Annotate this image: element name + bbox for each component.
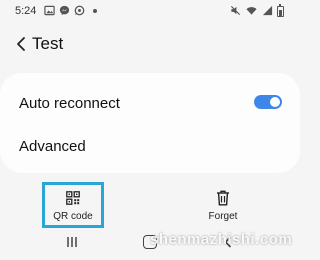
image-icon xyxy=(44,5,55,16)
mute-icon xyxy=(230,5,241,16)
settings-card: Auto reconnect Advanced xyxy=(0,73,300,173)
toggle-knob xyxy=(270,97,280,107)
recent-apps-icon[interactable] xyxy=(66,236,78,248)
status-bar: 5:24 xyxy=(0,0,300,22)
auto-reconnect-label: Auto reconnect xyxy=(19,95,120,112)
qr-code-icon xyxy=(66,191,80,205)
screen: 5:24 Test Auto reconnect Advanced QR cod… xyxy=(0,0,300,260)
forget-button[interactable]: Forget xyxy=(196,185,250,225)
signal-icon xyxy=(262,5,273,16)
watermark: shenmazhishi.com xyxy=(150,231,293,248)
qr-code-button[interactable]: QR code xyxy=(42,182,104,228)
page-title: Test xyxy=(32,34,64,53)
qr-code-label: QR code xyxy=(53,211,93,222)
chevron-left-icon[interactable] xyxy=(15,35,29,53)
advanced-label: Advanced xyxy=(19,138,86,155)
auto-reconnect-row[interactable]: Auto reconnect xyxy=(0,81,300,123)
battery-icon xyxy=(277,4,284,17)
status-time: 5:24 xyxy=(15,5,37,17)
wifi-icon xyxy=(246,7,257,15)
whatsapp-icon xyxy=(74,5,85,16)
messenger-icon xyxy=(59,5,70,16)
trash-icon xyxy=(217,190,229,206)
forget-label: Forget xyxy=(208,211,238,222)
dot-icon xyxy=(93,9,97,13)
advanced-row[interactable]: Advanced xyxy=(0,125,300,167)
auto-reconnect-toggle[interactable] xyxy=(254,95,282,109)
